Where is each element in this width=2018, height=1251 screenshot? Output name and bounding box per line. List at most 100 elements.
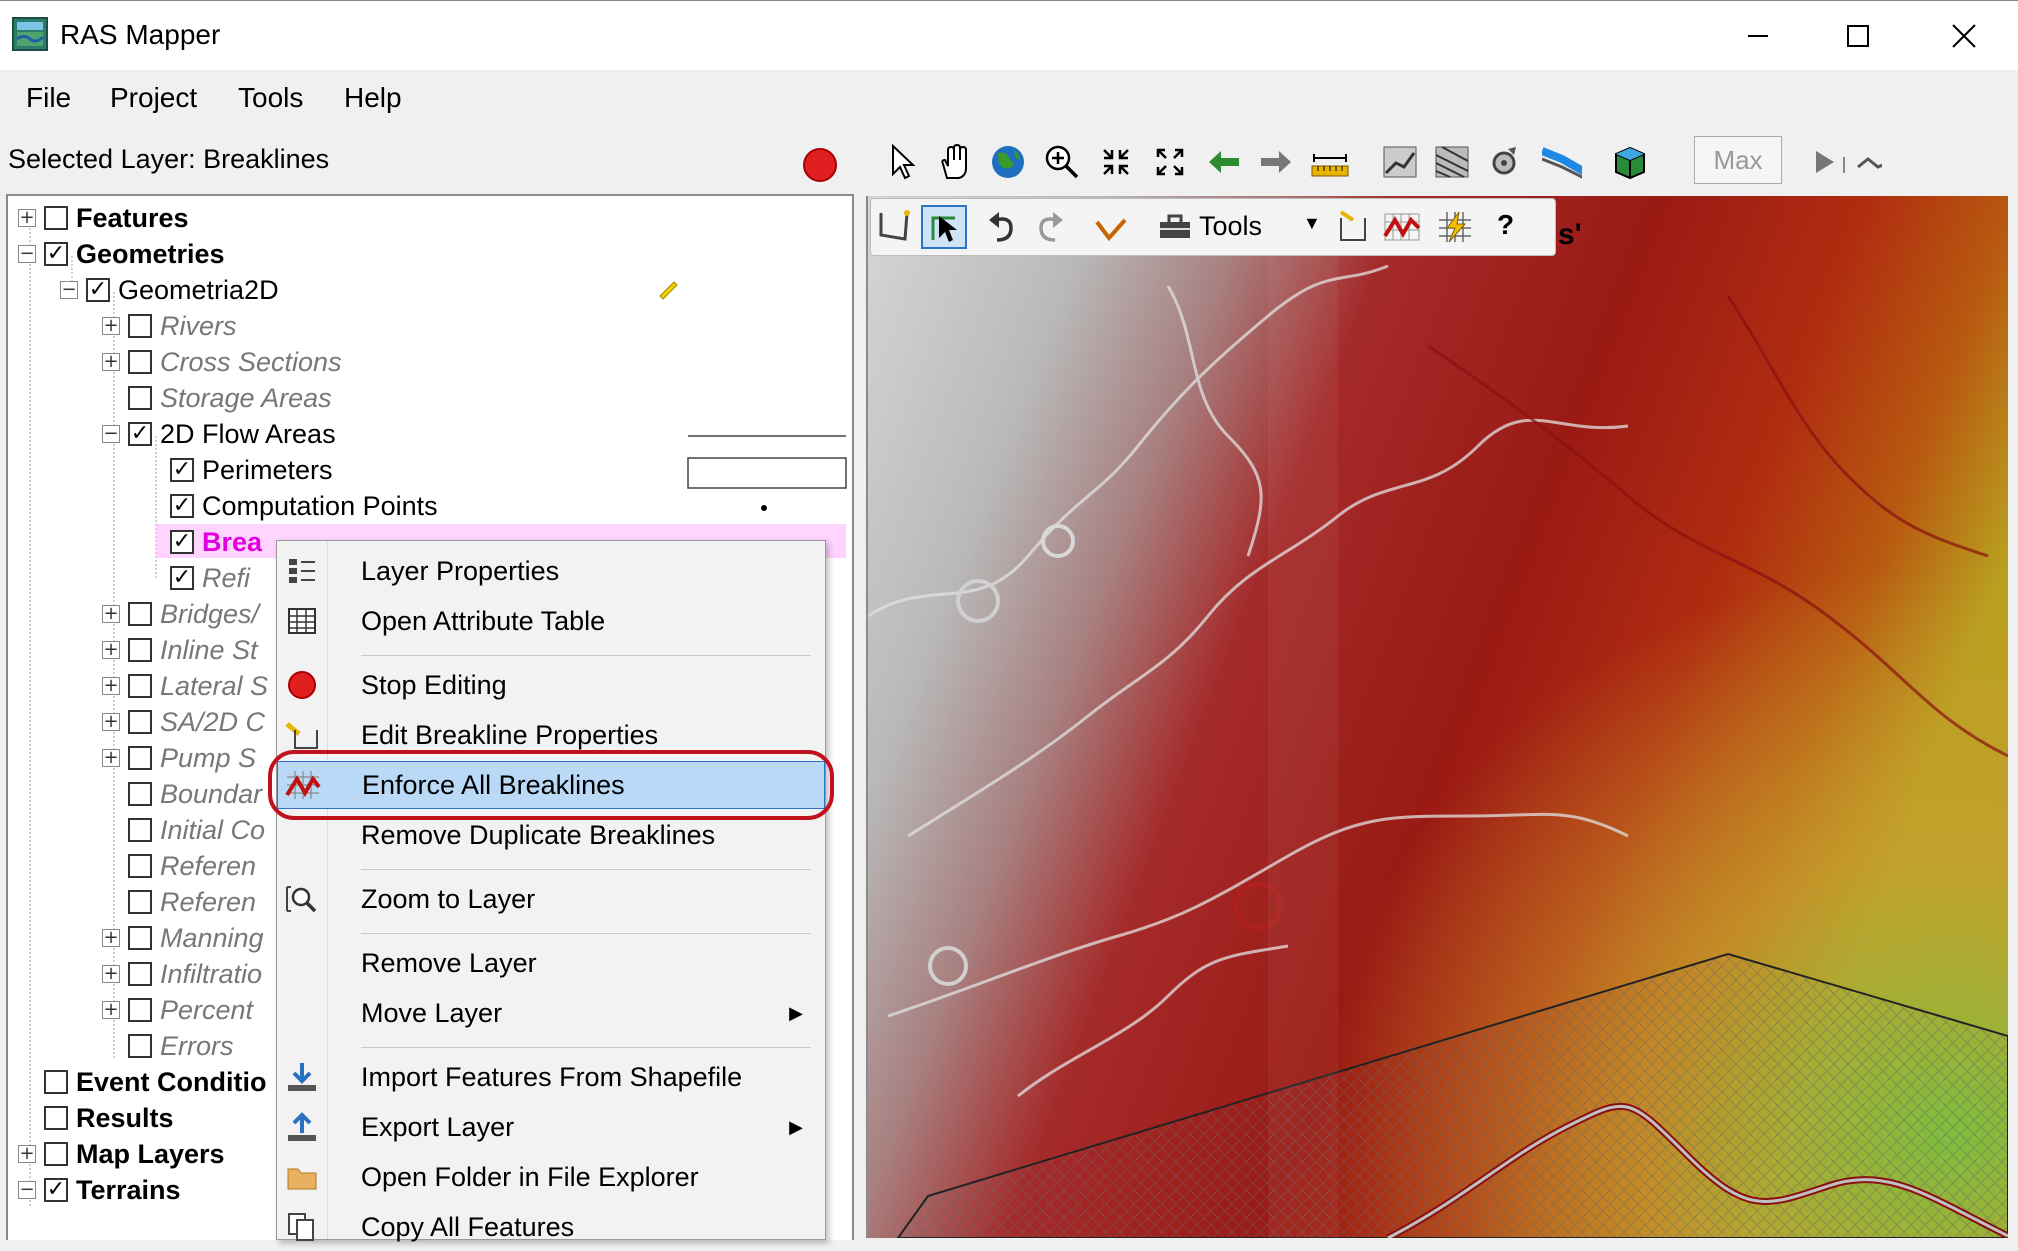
tree-item-sa2d-connections[interactable]: + SA/2D C [102, 704, 265, 740]
layer-checkbox[interactable] [44, 1142, 68, 1166]
tree-item-initial-conditions[interactable]: Initial Co [102, 812, 265, 848]
layer-checkbox[interactable] [44, 1106, 68, 1130]
tree-item-breaklines[interactable]: ✓ Brea [144, 524, 262, 560]
layer-checkbox[interactable] [128, 710, 152, 734]
tree-item-map-layers[interactable]: + Map Layers [18, 1136, 225, 1172]
layer-checkbox[interactable] [128, 746, 152, 770]
undo-icon[interactable] [981, 207, 1021, 247]
menu-help[interactable]: Help [344, 82, 402, 114]
river-profile-icon[interactable] [1542, 142, 1582, 182]
menu-item-copy-all-features[interactable]: Copy All Features [277, 1203, 825, 1251]
layer-checkbox[interactable] [128, 926, 152, 950]
stop-editing-indicator-icon[interactable] [803, 148, 837, 182]
tree-item-features[interactable]: + Features [18, 200, 189, 236]
tree-item-bridges[interactable]: + Bridges/ [102, 596, 259, 632]
draw-polyline-icon[interactable] [873, 207, 913, 247]
menu-item-move-layer[interactable]: Move Layer ▶ [277, 989, 825, 1037]
toolbox-icon[interactable] [1155, 207, 1195, 247]
maximize-button[interactable] [1808, 1, 1908, 71]
grid-terrain-icon[interactable] [1432, 142, 1472, 182]
close-button[interactable] [1914, 1, 2014, 71]
layer-checkbox[interactable]: ✓ [170, 458, 194, 482]
menu-item-stop-editing[interactable]: Stop Editing [277, 661, 825, 709]
layer-checkbox[interactable] [128, 350, 152, 374]
collapse-icon[interactable]: − [102, 425, 120, 443]
minimize-button[interactable] [1708, 1, 1808, 71]
max-button[interactable]: Max [1694, 136, 1782, 184]
tree-item-lateral-structures[interactable]: + Lateral S [102, 668, 268, 704]
tools-dropdown-label[interactable]: Tools [1199, 211, 1262, 242]
menu-tools[interactable]: Tools [238, 82, 303, 114]
measure-ruler-icon[interactable] [1310, 142, 1350, 182]
layer-checkbox[interactable] [128, 998, 152, 1022]
lightning-grid-icon[interactable] [1435, 207, 1475, 247]
layer-checkbox[interactable] [128, 782, 152, 806]
map-canvas[interactable]: s' [866, 196, 2008, 1238]
menu-item-remove-layer[interactable]: Remove Layer [277, 939, 825, 987]
collapse-icon[interactable]: − [18, 1181, 36, 1199]
zoom-in-icon[interactable] [1042, 142, 1082, 182]
tree-item-reference-lines[interactable]: Referen [102, 848, 256, 884]
full-extent-icon[interactable] [1150, 142, 1190, 182]
forward-arrow-icon[interactable] [1256, 142, 1296, 182]
menu-item-zoom-to-layer[interactable]: Zoom to Layer [277, 875, 825, 923]
layer-checkbox[interactable]: ✓ [44, 1178, 68, 1202]
tree-item-rivers[interactable]: + Rivers [102, 308, 237, 344]
tree-item-boundary-conditions[interactable]: Boundar [102, 776, 262, 812]
layer-checkbox[interactable] [128, 962, 152, 986]
collapse-icon[interactable]: − [60, 281, 78, 299]
expand-icon[interactable]: + [18, 1145, 36, 1163]
tree-item-reference-points[interactable]: Referen [102, 884, 256, 920]
layer-checkbox[interactable]: ✓ [170, 494, 194, 518]
tree-item-inline-structures[interactable]: + Inline St [102, 632, 258, 668]
menu-project[interactable]: Project [110, 82, 197, 114]
play-icon[interactable] [1804, 142, 1844, 182]
tree-item-results[interactable]: Results [18, 1100, 174, 1136]
tree-item-geometries[interactable]: − ✓ Geometries [18, 236, 225, 272]
expand-icon[interactable]: + [102, 1001, 120, 1019]
polyline-tool-icon[interactable] [1091, 209, 1131, 249]
layer-checkbox[interactable] [128, 818, 152, 842]
enforce-breaklines-tool-icon[interactable] [1383, 207, 1423, 247]
menu-item-open-folder[interactable]: Open Folder in File Explorer [277, 1153, 825, 1201]
tree-item-manning[interactable]: + Manning [102, 920, 264, 956]
tree-item-percent-impervious[interactable]: + Percent [102, 992, 253, 1028]
expand-icon[interactable]: + [18, 209, 36, 227]
tree-item-2d-flow-areas[interactable]: − ✓ 2D Flow Areas [102, 416, 336, 452]
pan-hand-icon[interactable] [934, 142, 974, 182]
redo-icon[interactable] [1031, 207, 1071, 247]
layer-checkbox[interactable] [128, 890, 152, 914]
menu-file[interactable]: File [26, 82, 71, 114]
expand-icon[interactable]: + [102, 929, 120, 947]
help-button[interactable]: ? [1497, 209, 1514, 241]
layer-checkbox[interactable] [128, 386, 152, 410]
layer-checkbox[interactable]: ✓ [128, 422, 152, 446]
layer-checkbox[interactable]: ✓ [44, 242, 68, 266]
tree-item-event-conditions[interactable]: Event Conditio [18, 1064, 267, 1100]
tree-item-storage-areas[interactable]: Storage Areas [102, 380, 332, 416]
menu-item-open-attribute-table[interactable]: Open Attribute Table [277, 597, 825, 645]
layer-checkbox[interactable] [128, 314, 152, 338]
expand-icon[interactable]: + [102, 965, 120, 983]
animation-slider-icon[interactable] [1842, 142, 1882, 182]
layer-checkbox[interactable] [44, 1070, 68, 1094]
layer-checkbox[interactable]: ✓ [170, 530, 194, 554]
back-arrow-icon[interactable] [1204, 142, 1244, 182]
3d-view-icon[interactable] [1610, 142, 1650, 182]
expand-icon[interactable]: + [102, 749, 120, 767]
menu-item-import-features[interactable]: Import Features From Shapefile [277, 1053, 825, 1101]
chevron-down-icon[interactable]: ▼ [1303, 213, 1321, 234]
tree-item-pump-stations[interactable]: + Pump S [102, 740, 256, 776]
profile-plot-icon[interactable] [1380, 142, 1420, 182]
layer-checkbox[interactable]: ✓ [86, 278, 110, 302]
expand-icon[interactable]: + [102, 353, 120, 371]
menu-item-export-layer[interactable]: Export Layer ▶ [277, 1103, 825, 1151]
tree-item-geometria2d[interactable]: − ✓ Geometria2D [60, 272, 279, 308]
layer-checkbox[interactable] [128, 1034, 152, 1058]
tree-item-refinement-regions[interactable]: ✓ Refi [144, 560, 250, 596]
tree-item-cross-sections[interactable]: + Cross Sections [102, 344, 342, 380]
collapse-icon[interactable]: − [18, 245, 36, 263]
edit-breakline-tool-icon[interactable] [1333, 207, 1373, 247]
expand-icon[interactable]: + [102, 605, 120, 623]
layer-checkbox[interactable] [128, 602, 152, 626]
